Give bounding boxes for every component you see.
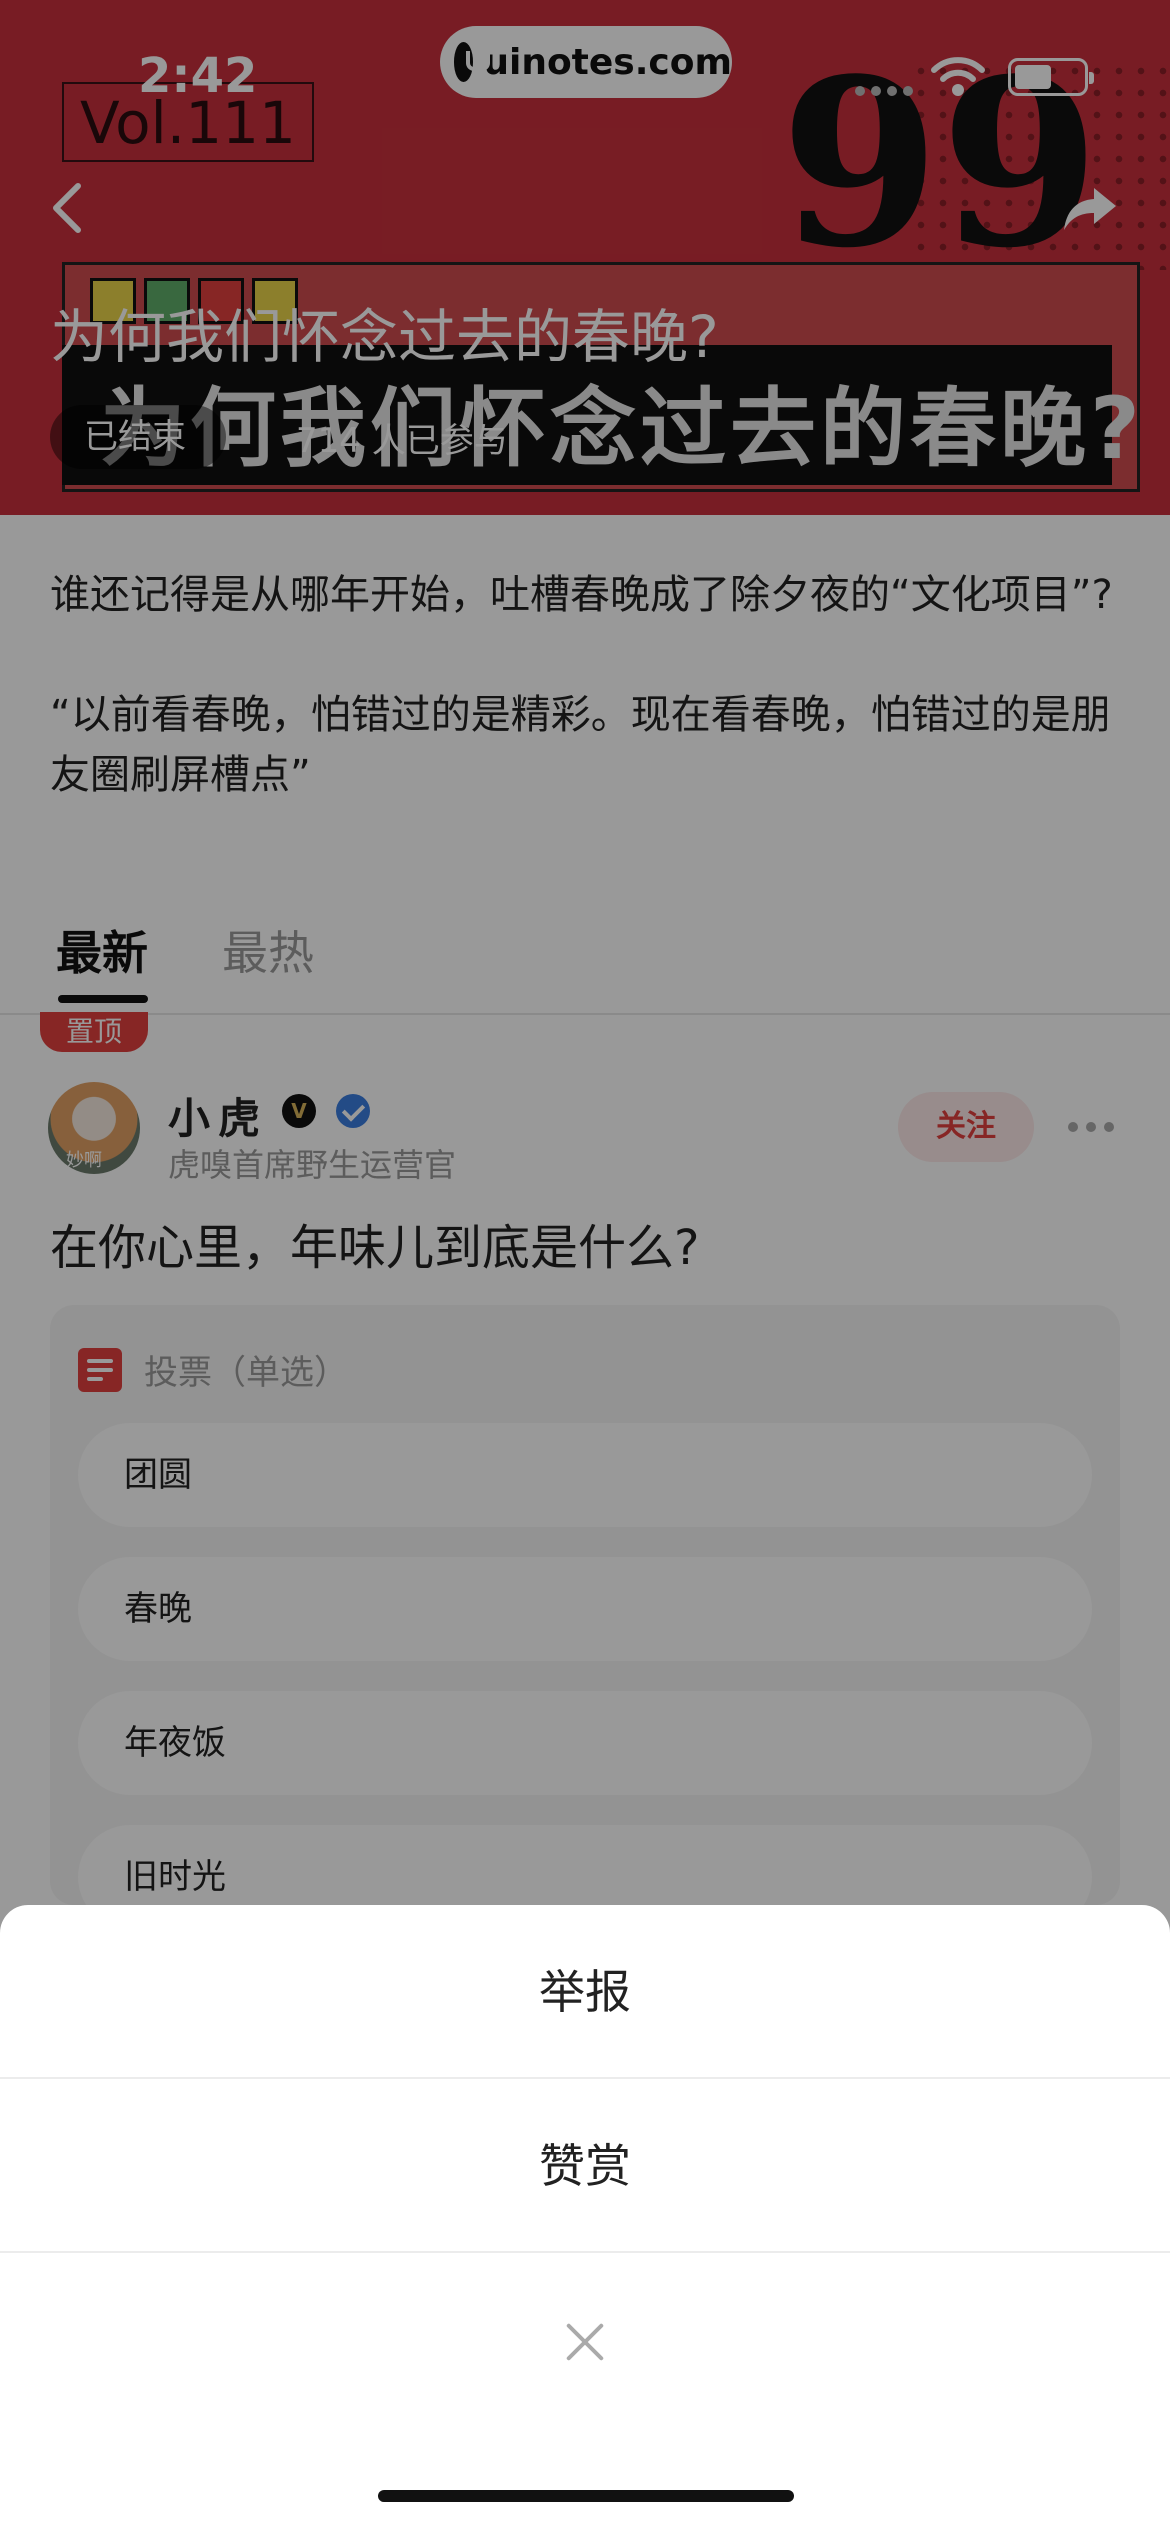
- report-button[interactable]: 举报: [0, 1905, 1170, 2079]
- close-icon[interactable]: [564, 2321, 606, 2363]
- home-indicator: [378, 2490, 794, 2502]
- action-sheet: 举报 赞赏: [0, 1905, 1170, 2532]
- tip-button[interactable]: 赞赏: [0, 2079, 1170, 2253]
